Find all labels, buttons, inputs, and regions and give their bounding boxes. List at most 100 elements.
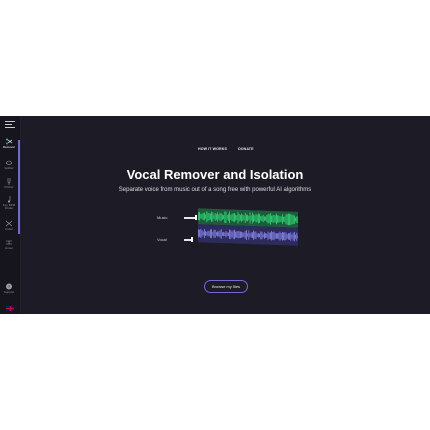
waveform-bar <box>235 214 237 221</box>
track-label-music: Music <box>157 215 168 220</box>
waveform-bar <box>208 231 210 237</box>
waveform-bar <box>212 212 214 222</box>
hamburger-menu-icon[interactable] <box>5 121 15 128</box>
waveform-bar <box>229 229 231 240</box>
sidebar-item-remover[interactable]: Remover <box>0 138 18 149</box>
waveform-bar <box>252 212 253 224</box>
waveform-bar <box>291 214 293 225</box>
sidebar-item-label: Cutter <box>4 227 14 231</box>
waveform-bar <box>256 214 258 222</box>
sidebar-item-joiner[interactable]: Joiner <box>0 239 18 250</box>
waveform-bar <box>289 213 290 226</box>
waveform-bar <box>213 229 215 238</box>
waveform-bar <box>218 231 220 237</box>
waveform-bar <box>282 214 283 225</box>
vocal-volume-slider[interactable] <box>184 237 193 242</box>
page-subtitle: Separate voice from music out of a song … <box>118 187 312 193</box>
sidebar: Remover Splitter Pitcher Key BPM Finder <box>0 116 21 314</box>
demo-illustration: Music Vocal <box>150 208 310 258</box>
waveform-bar <box>278 232 280 240</box>
waveform-bar <box>223 232 225 237</box>
waveform-bar <box>220 229 222 239</box>
waveform-bar <box>208 213 210 221</box>
waveform-bar <box>217 231 219 237</box>
waveform-bar <box>199 229 201 237</box>
music-volume-slider[interactable] <box>184 215 197 220</box>
slider-knob <box>195 215 197 220</box>
waveform-bar <box>206 231 208 236</box>
waveform-bar <box>255 231 257 240</box>
waveform-bar <box>213 214 215 219</box>
waveform-bar <box>288 213 289 226</box>
waveform-bar <box>266 215 268 223</box>
waveform-bar <box>260 216 262 221</box>
waveform-bar <box>246 214 247 222</box>
waveform-bar <box>276 233 277 239</box>
waveform-bar <box>296 232 298 241</box>
waveform-bar <box>277 233 278 239</box>
waveform-bar <box>264 232 265 239</box>
waveform-bar <box>231 213 233 222</box>
waveform-bar <box>286 234 288 239</box>
waveform-bar <box>282 231 283 241</box>
waveform-bar <box>266 233 268 238</box>
waveform-bar <box>243 215 245 221</box>
waveform-bar <box>294 215 295 224</box>
waveform-bar <box>205 231 206 236</box>
waveform-bar <box>219 230 221 238</box>
waveform-bar <box>204 212 205 221</box>
waveform-bar <box>224 232 226 237</box>
waveform-bar <box>277 215 278 223</box>
waveform-bar <box>272 215 274 223</box>
waveform-bar <box>288 233 289 240</box>
waveform-bar <box>273 215 275 223</box>
waveform-bar <box>279 216 281 223</box>
waveform-bar <box>234 212 235 223</box>
waveform-bar <box>252 232 253 239</box>
waveform-bar <box>242 214 244 222</box>
sidebar-item-label: Support <box>3 290 15 294</box>
waveform-bar <box>226 214 228 220</box>
waveform-bar <box>210 213 211 220</box>
waveform-bar <box>265 233 266 238</box>
sidebar-item-support[interactable]: ? Support <box>0 283 18 294</box>
cut-icon <box>5 220 13 227</box>
waveform-bar <box>249 212 251 224</box>
waveform-bar <box>217 212 219 222</box>
waveform-bar <box>292 215 294 225</box>
waveform-panel <box>198 208 298 246</box>
waveform-bar <box>262 233 264 238</box>
nav-how-it-works[interactable]: HOW IT WORKS <box>198 147 227 151</box>
waveform-bar <box>225 231 227 238</box>
waveform-bar <box>211 211 212 222</box>
waveform-bar <box>286 213 288 225</box>
waveform-bar <box>228 232 229 237</box>
waveform-bar <box>232 213 234 222</box>
waveform-bar <box>238 231 240 239</box>
waveform-bar <box>228 213 229 221</box>
waveform-bar <box>198 212 199 221</box>
browse-files-button[interactable]: Browse my files <box>204 280 248 293</box>
waveform-bar <box>264 216 265 221</box>
music-note-icon <box>7 196 11 203</box>
waveform-bar <box>267 231 269 240</box>
waveform-bar <box>268 232 270 239</box>
waveform-bar <box>229 211 231 224</box>
waveform-bar <box>199 212 201 221</box>
waveform-bar <box>241 231 243 238</box>
waveform-bar <box>230 229 232 240</box>
join-icon <box>6 240 12 245</box>
sidebar-item-cutter[interactable]: Cutter <box>0 220 18 231</box>
waveform-bar <box>222 232 223 236</box>
waveform-bar <box>230 214 232 221</box>
language-flag-icon[interactable] <box>6 306 14 311</box>
nav-donate[interactable]: DONATE <box>238 147 254 151</box>
waveform-bar <box>285 232 287 241</box>
waveform-bar <box>200 214 202 219</box>
waveform-bar <box>214 229 216 238</box>
sidebar-item-key-bpm-finder[interactable]: Key BPM Finder <box>0 196 18 211</box>
waveform-bar <box>237 230 239 239</box>
waveform-bar <box>216 232 217 236</box>
waveform-bar <box>212 231 214 236</box>
waveform-bar <box>255 213 257 223</box>
